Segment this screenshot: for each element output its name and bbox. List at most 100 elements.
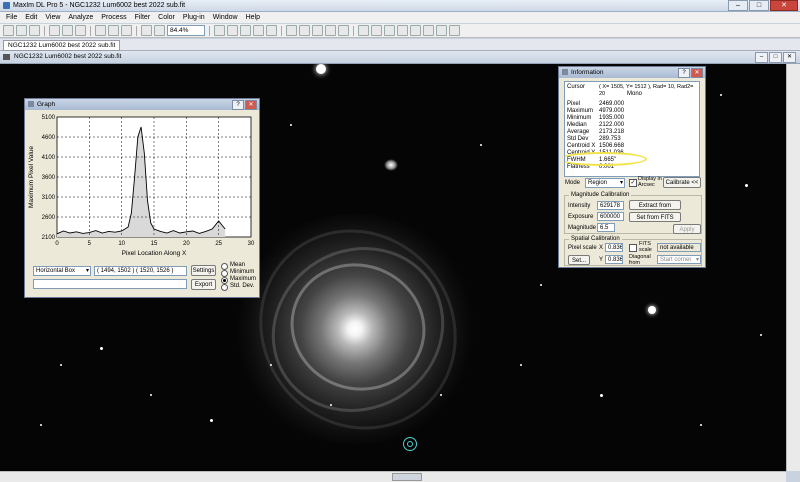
x-tick-label: 25: [215, 241, 222, 247]
vertical-scrollbar[interactable]: [786, 64, 800, 471]
fits-scale-value: not available: [657, 243, 701, 252]
exposure-field[interactable]: 600000: [597, 212, 624, 221]
star: [100, 347, 103, 350]
levels-icon[interactable]: [371, 25, 382, 36]
fits-scale-checkbox[interactable]: [629, 244, 637, 252]
menu-edit[interactable]: Edit: [25, 14, 37, 21]
bright-star: [316, 64, 326, 74]
graph-mode-select[interactable]: Horizontal Box: [33, 266, 91, 276]
mode-select[interactable]: Region: [585, 178, 625, 188]
apply-button[interactable]: Apply: [673, 224, 701, 234]
horizontal-scrollbar[interactable]: [0, 471, 786, 482]
sharpen-icon[interactable]: [423, 25, 434, 36]
curves-icon[interactable]: [384, 25, 395, 36]
info-close-button[interactable]: ✕: [691, 68, 703, 78]
diagonal-select[interactable]: Start corner: [657, 255, 701, 265]
window-controls: – □ ✕: [728, 0, 798, 11]
menu-plugin[interactable]: Plug-in: [183, 14, 205, 21]
filter-icon[interactable]: [410, 25, 421, 36]
menu-analyze[interactable]: Analyze: [68, 14, 93, 21]
graph-coords-field[interactable]: ( 1494, 1502 ) ( 1520, 1526 ): [94, 266, 187, 276]
radio-minimum[interactable]: [221, 270, 228, 277]
radio-stddev[interactable]: [221, 284, 228, 291]
undo-icon[interactable]: [49, 25, 60, 36]
pin-icon[interactable]: [286, 25, 297, 36]
close-button[interactable]: ✕: [770, 0, 798, 11]
color-icon[interactable]: [397, 25, 408, 36]
pixel-scale-y-field[interactable]: 0.836: [605, 255, 623, 264]
magnitude-calibration-title: Magnitude Calibration: [569, 192, 632, 199]
info-help-button[interactable]: ?: [678, 68, 690, 78]
calibrate-button[interactable]: Calibrate <<: [663, 177, 701, 188]
menu-filter[interactable]: Filter: [135, 14, 151, 21]
save-icon[interactable]: [16, 25, 27, 36]
radio-mean[interactable]: [221, 263, 228, 270]
graph-help-button[interactable]: ?: [232, 100, 244, 110]
bright-star: [648, 306, 656, 314]
x-tick-label: 30: [248, 241, 255, 247]
image-close-button[interactable]: ✕: [783, 52, 796, 63]
print-icon[interactable]: [29, 25, 40, 36]
info-icon[interactable]: [240, 25, 251, 36]
graph-close-button[interactable]: ✕: [245, 100, 257, 110]
calibrate-icon[interactable]: [299, 25, 310, 36]
menu-window[interactable]: Window: [213, 14, 238, 21]
image-minimize-button[interactable]: –: [755, 52, 768, 63]
graph-export-button[interactable]: Export: [191, 279, 216, 290]
camera-icon[interactable]: [108, 25, 119, 36]
info-row-value: 1506.668: [599, 143, 625, 149]
stack-icon[interactable]: [325, 25, 336, 36]
menu-view[interactable]: View: [45, 14, 60, 21]
view-icon[interactable]: [121, 25, 132, 36]
menu-process[interactable]: Process: [101, 14, 126, 21]
maximize-button[interactable]: □: [749, 0, 769, 11]
magnitude-field[interactable]: 6.5: [597, 223, 615, 232]
menu-help[interactable]: Help: [246, 14, 260, 21]
set-from-fits-button[interactable]: Set from FITS: [629, 212, 681, 222]
star: [330, 404, 332, 406]
graph-settings-button[interactable]: Settings: [191, 265, 216, 276]
stop-icon[interactable]: [312, 25, 323, 36]
profile-chart: 0 5 10 15 20 25 30 2100 2600 3100 3600 4100 4600 5100…: [28, 115, 255, 257]
fwhm-highlight: [565, 152, 647, 166]
new-icon[interactable]: [75, 25, 86, 36]
zoom-out-icon[interactable]: [154, 25, 165, 36]
info-title: Information: [571, 69, 604, 76]
info-row-value: 1935.000: [599, 115, 625, 121]
star: [700, 424, 702, 426]
image-maximize-button[interactable]: □: [769, 52, 782, 63]
star: [540, 284, 542, 286]
info-row-value: 4979.000: [599, 108, 625, 114]
menu-file[interactable]: File: [6, 14, 17, 21]
crop-icon[interactable]: [253, 25, 264, 36]
redo-icon[interactable]: [62, 25, 73, 36]
minimize-button[interactable]: –: [728, 0, 748, 11]
graph-icon[interactable]: [227, 25, 238, 36]
zoom-in-icon[interactable]: [141, 25, 152, 36]
pixel-scale-x-field[interactable]: 0.836: [605, 243, 623, 252]
tab-document[interactable]: NGC1232 Lum6002 best 2022 sub.fit: [3, 40, 121, 51]
radio-maximum-label: Maximum: [230, 276, 257, 282]
radio-maximum[interactable]: [221, 277, 228, 284]
mode-label: Mode: [565, 180, 581, 186]
scroll-thumb[interactable]: [392, 473, 422, 481]
star: [40, 424, 42, 426]
zoom-select[interactable]: 84.4%: [167, 25, 205, 36]
histogram-icon[interactable]: [358, 25, 369, 36]
open-icon[interactable]: [3, 25, 14, 36]
aperture-cursor[interactable]: [403, 437, 417, 451]
fits-scale-label: FITS scale: [639, 241, 652, 253]
screen-stretch-icon[interactable]: [214, 25, 225, 36]
invert-icon[interactable]: [449, 25, 460, 36]
spatial-set-button[interactable]: Set...: [568, 255, 590, 265]
graph-icon: [28, 101, 34, 107]
extract-from-image-button[interactable]: Extract from image: [629, 200, 681, 219]
companion-galaxy: [384, 159, 398, 171]
settings-icon[interactable]: [338, 25, 349, 36]
display-arcsec-checkbox[interactable]: ✓: [629, 179, 637, 187]
observatory-icon[interactable]: [95, 25, 106, 36]
line-icon[interactable]: [436, 25, 447, 36]
crosshair-icon[interactable]: [266, 25, 277, 36]
menu-color[interactable]: Color: [158, 14, 175, 21]
intensity-field[interactable]: 629178: [597, 201, 624, 210]
